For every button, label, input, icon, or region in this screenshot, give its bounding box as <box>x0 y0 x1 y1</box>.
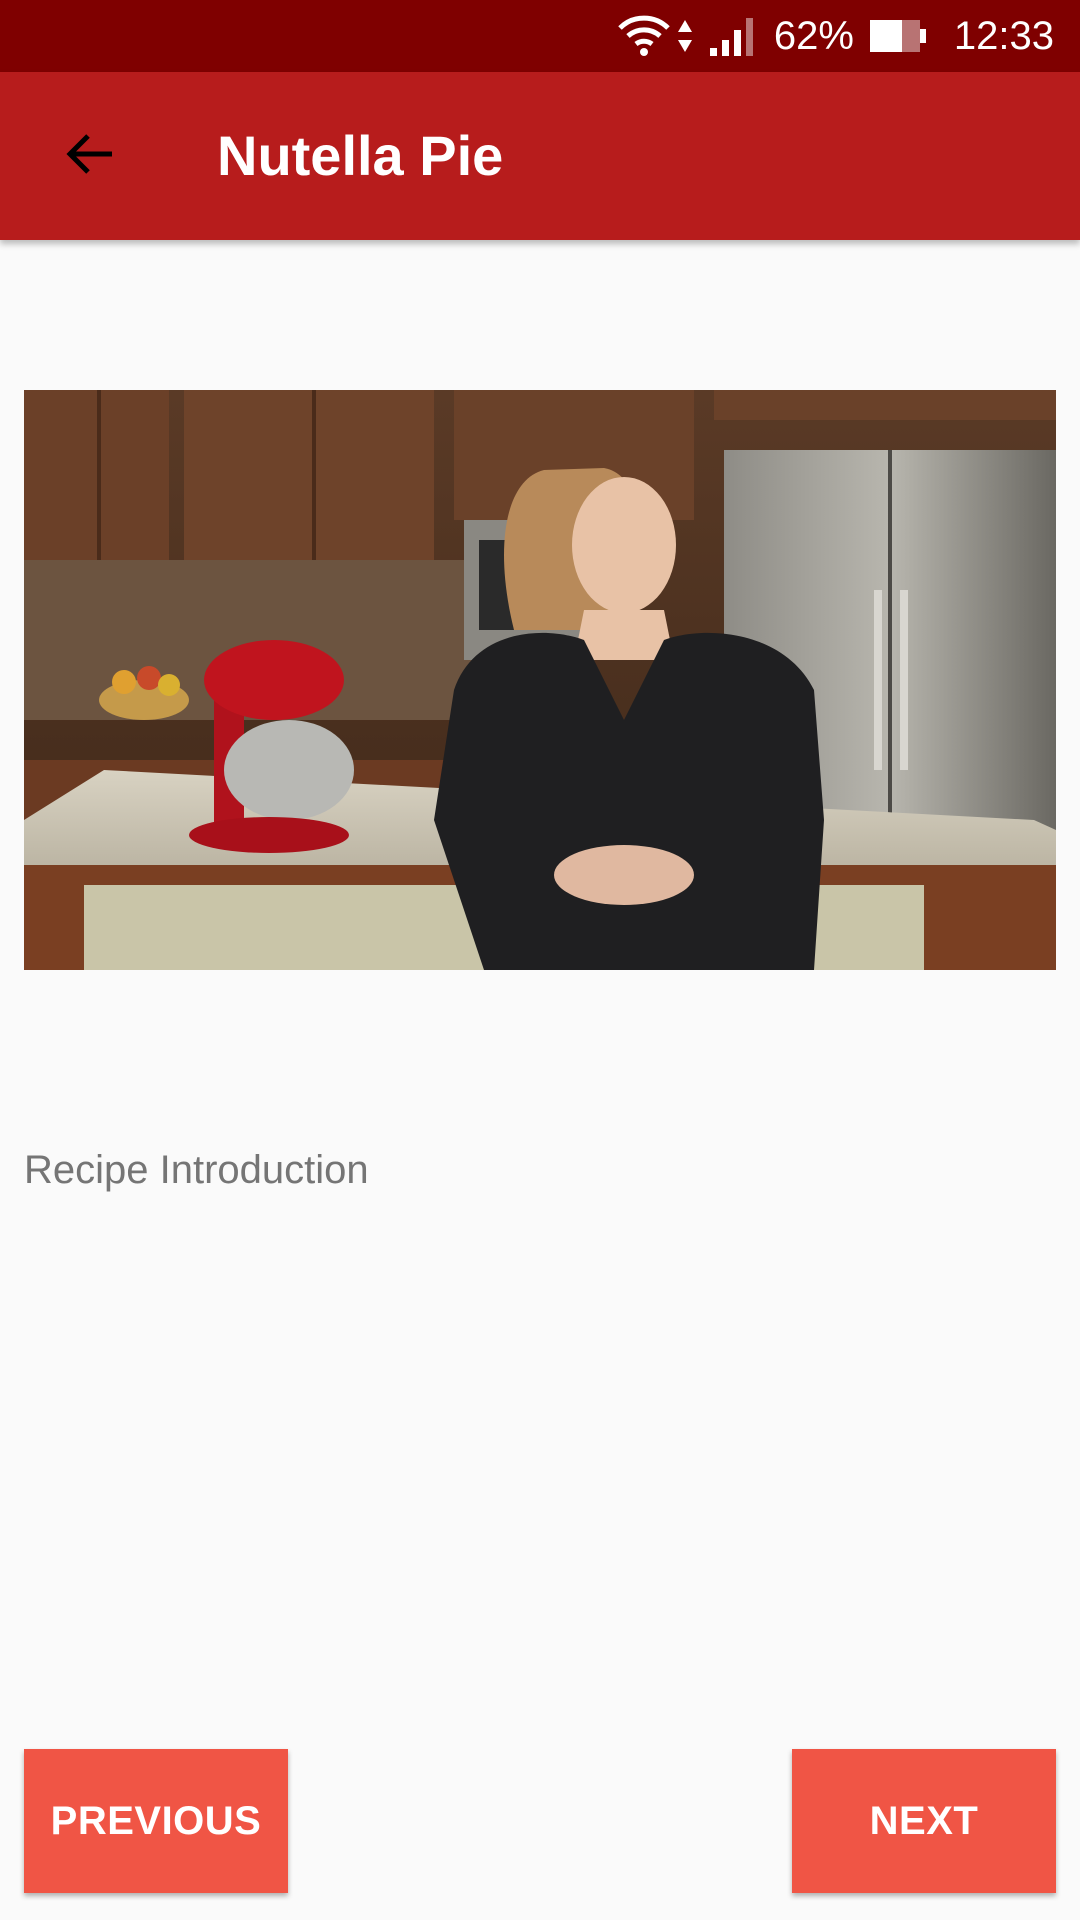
page-title: Nutella Pie <box>217 124 504 187</box>
next-button[interactable]: NEXT <box>792 1749 1056 1893</box>
signal-icon <box>708 12 758 60</box>
battery-icon <box>868 12 928 60</box>
data-activity-icon <box>674 12 696 60</box>
back-button[interactable] <box>46 112 134 200</box>
wifi-icon <box>614 12 674 60</box>
app-bar: Nutella Pie <box>0 72 1080 240</box>
arrow-back-icon <box>62 126 118 187</box>
video-frame <box>24 390 1056 970</box>
clock: 12:33 <box>953 13 1054 58</box>
previous-button[interactable]: PREVIOUS <box>24 1749 288 1893</box>
step-description: Recipe Introduction <box>24 1148 369 1192</box>
battery-percent: 62% <box>773 13 854 58</box>
status-bar: 62% 12:33 <box>0 0 1080 72</box>
video-player[interactable] <box>24 390 1056 970</box>
